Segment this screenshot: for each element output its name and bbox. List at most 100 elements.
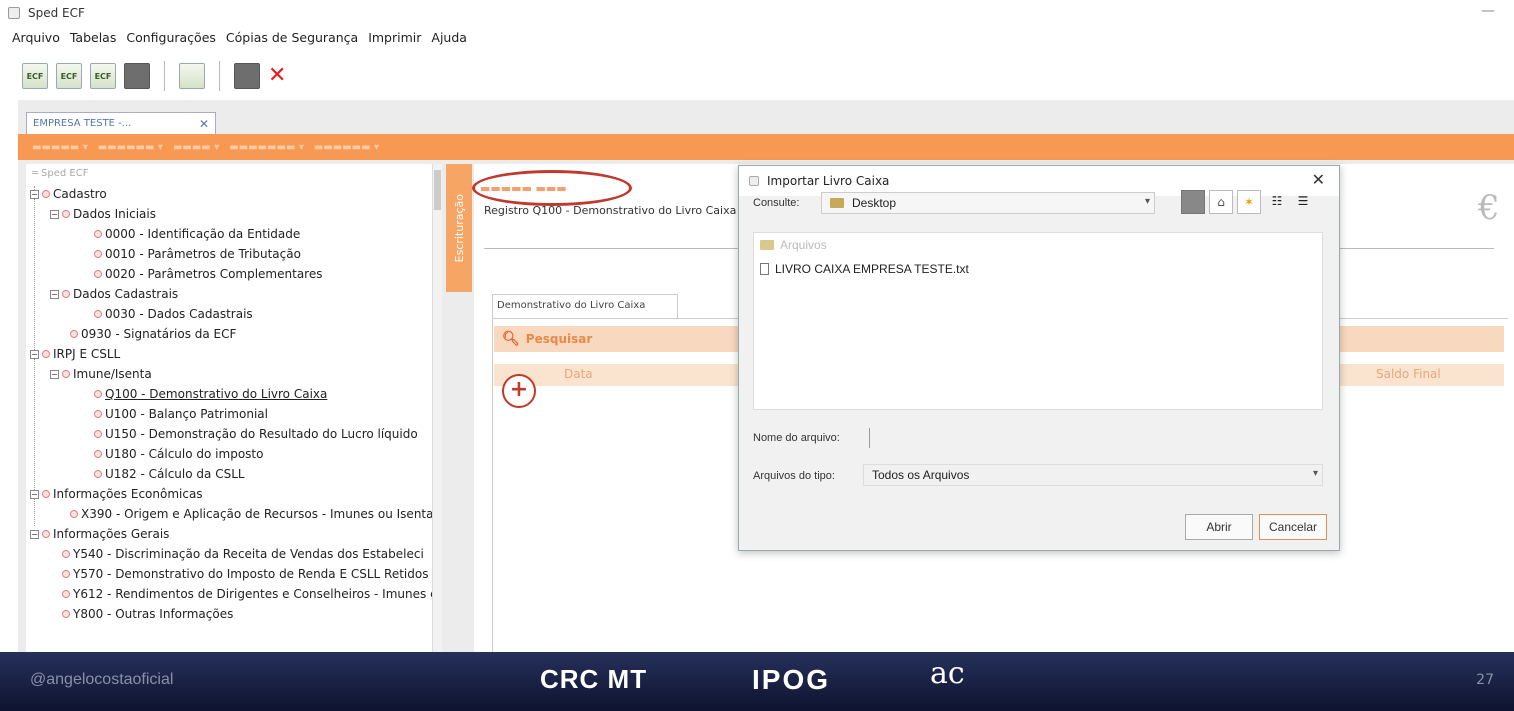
folder-icon	[760, 240, 774, 250]
search-label: Pesquisar	[525, 332, 593, 346]
new-folder-button[interactable]: ✶	[1237, 190, 1261, 214]
filetype-value: Todos os Arquivos	[872, 468, 970, 482]
register-icon	[62, 570, 70, 578]
list-item-folder[interactable]: Arquivos	[760, 235, 827, 255]
module-menu-item[interactable]: ▬▬▬▬ ▾	[173, 142, 219, 153]
register-description: Registro Q100 - Demonstrativo do Livro C…	[484, 204, 737, 217]
tree-item-imune-isenta[interactable]: − Imune/Isenta	[50, 364, 152, 384]
new-ecf-button[interactable]: ECF	[22, 63, 48, 89]
module-menu-item[interactable]: ▬▬▬▬▬▬▬ ▾	[229, 142, 304, 153]
recover-ecf-button[interactable]: ECF	[90, 63, 116, 89]
tree-item-0020[interactable]: 0020 - Parâmetros Complementares	[94, 264, 322, 284]
document-tab[interactable]: EMPRESA TESTE -... ✕	[26, 112, 216, 134]
module-menu-item[interactable]: ▬▬▬▬▬▬ ▾	[314, 142, 379, 153]
file-name: LIVRO CAIXA EMPRESA TESTE.txt	[775, 262, 969, 276]
tree-item-0010[interactable]: 0010 - Parâmetros de Tributação	[94, 244, 301, 264]
scrollbar-thumb[interactable]	[434, 170, 441, 210]
tree-item-y800[interactable]: Y800 - Outras Informações	[62, 604, 233, 624]
collapse-icon[interactable]: −	[50, 369, 59, 379]
register-icon	[94, 230, 102, 238]
register-icon	[94, 250, 102, 258]
tree-item-u150[interactable]: U150 - Demonstração do Resultado do Lucr…	[94, 424, 418, 444]
add-button[interactable]: +	[502, 374, 536, 408]
tree-item-x390[interactable]: X390 - Origem e Aplicação de Recursos - …	[70, 504, 440, 524]
close-icon[interactable]: ✕	[268, 65, 286, 87]
menu-configuracoes[interactable]: Configurações	[124, 28, 218, 50]
collapse-icon[interactable]: −	[50, 289, 59, 299]
register-icon	[94, 430, 102, 438]
toolbar-separator	[219, 61, 220, 91]
tree-item-informacoes-gerais[interactable]: − Informações Gerais	[30, 524, 169, 544]
look-in-select[interactable]: Desktop ▾	[821, 192, 1155, 214]
list-item-file[interactable]: LIVRO CAIXA EMPRESA TESTE.txt	[760, 259, 969, 279]
tree-item-q100[interactable]: Q100 - Demonstrativo do Livro Caixa	[94, 384, 327, 404]
menu-arquivo[interactable]: Arquivo	[10, 28, 62, 50]
open-button[interactable]: Abrir	[1185, 514, 1253, 540]
tree-item-dados-iniciais[interactable]: − Dados Iniciais	[50, 204, 156, 224]
home-button[interactable]: ⌂	[1209, 190, 1233, 214]
close-tab-icon[interactable]: ✕	[199, 117, 209, 131]
tree-item-y612[interactable]: Y612 - Rendimentos de Dirigentes e Conse…	[62, 584, 437, 604]
edit-document-icon[interactable]	[179, 63, 205, 89]
title-bar: Sped ECF —	[0, 0, 1514, 26]
up-folder-button[interactable]	[1181, 190, 1205, 214]
minimize-icon[interactable]: —	[1480, 4, 1496, 18]
file-list: Arquivos LIVRO CAIXA EMPRESA TESTE.txt	[753, 232, 1323, 410]
register-icon	[94, 450, 102, 458]
tree-root[interactable]: ═ Sped ECF	[32, 164, 88, 184]
tree-item-0930[interactable]: 0930 - Signatários da ECF	[70, 324, 236, 344]
tree-item-informacoes-economicas[interactable]: − Informações Econômicas	[30, 484, 203, 504]
collapse-icon[interactable]: −	[50, 209, 59, 219]
tree-item-0030[interactable]: 0030 - Dados Cadastrais	[94, 304, 253, 324]
collapse-icon[interactable]: −	[30, 529, 39, 539]
folder-icon[interactable]	[124, 63, 150, 89]
cancel-button[interactable]: Cancelar	[1259, 514, 1327, 540]
look-in-label: Consulte:	[753, 197, 800, 209]
close-icon[interactable]: ✕	[1312, 170, 1325, 189]
menu-ajuda[interactable]: Ajuda	[429, 28, 469, 50]
column-header-data[interactable]: Data	[564, 367, 593, 381]
column-header-saldo-final[interactable]: Saldo Final	[1376, 367, 1441, 381]
module-menu-item[interactable]: ▬▬▬▬▬▬ ▾	[98, 142, 163, 153]
presentation-banner: @angelocostaoficial CRC MT IPOG ac 27	[0, 652, 1514, 711]
search-icon: 🔍︎	[502, 331, 520, 347]
tree-item-dados-cadastrais[interactable]: − Dados Cadastrais	[50, 284, 178, 304]
menu-tabelas[interactable]: Tabelas	[68, 28, 119, 50]
tree-root-icon: ═	[32, 168, 39, 179]
slide-number: 27	[1476, 672, 1494, 688]
import-ecf-button[interactable]: ECF	[56, 63, 82, 89]
details-view-icon[interactable]: ☰	[1291, 190, 1315, 214]
tree-item-y540[interactable]: Y540 - Discriminação da Receita de Venda…	[62, 544, 424, 564]
tab-demonstrativo-livro-caixa[interactable]: Demonstrativo do Livro Caixa	[492, 294, 678, 318]
module-menu-item[interactable]: ▬▬▬▬▬ ▾	[32, 142, 88, 153]
tree-item-u182[interactable]: U182 - Cálculo da CSLL	[94, 464, 245, 484]
tree-item-irpj-csll[interactable]: − IRPJ E CSLL	[30, 344, 120, 364]
menu-imprimir[interactable]: Imprimir	[366, 28, 423, 50]
filename-input[interactable]	[869, 428, 871, 448]
tree-item-y570[interactable]: Y570 - Demonstrativo do Imposto de Renda…	[62, 564, 428, 584]
tree-item-cadastro[interactable]: − Cadastro	[30, 184, 107, 204]
filetype-select[interactable]: Todos os Arquivos ▾	[863, 464, 1323, 486]
menu-copias-seguranca[interactable]: Cópias de Segurança	[224, 28, 360, 50]
toolbar: ECF ECF ECF ✕	[0, 52, 1514, 100]
tree-item-u100[interactable]: U100 - Balanço Patrimonial	[94, 404, 268, 424]
register-icon	[62, 610, 70, 618]
register-icon	[94, 470, 102, 478]
collapse-icon[interactable]: −	[30, 489, 39, 499]
tree-item-u180[interactable]: U180 - Cálculo do imposto	[94, 444, 263, 464]
look-in-value: Desktop	[852, 196, 897, 210]
file-icon	[760, 263, 769, 275]
tree-scrollbar[interactable]	[432, 164, 442, 652]
document-tab-label: EMPRESA TESTE -...	[33, 118, 132, 129]
list-view-icon[interactable]: ☷	[1265, 190, 1289, 214]
crcmt-logo: CRC MT	[540, 664, 648, 694]
tree-item-0000[interactable]: 0000 - Identificação da Entidade	[94, 224, 300, 244]
node-icon	[62, 370, 70, 378]
social-handle: @angelocostaoficial	[30, 671, 174, 688]
chevron-down-icon: ▾	[1144, 196, 1150, 207]
collapse-icon[interactable]: −	[30, 349, 39, 359]
collapse-icon[interactable]: −	[30, 189, 39, 199]
document-icon[interactable]	[234, 63, 260, 89]
escrituracao-side-tab[interactable]: Escrituração	[446, 164, 472, 292]
node-icon	[42, 190, 50, 198]
